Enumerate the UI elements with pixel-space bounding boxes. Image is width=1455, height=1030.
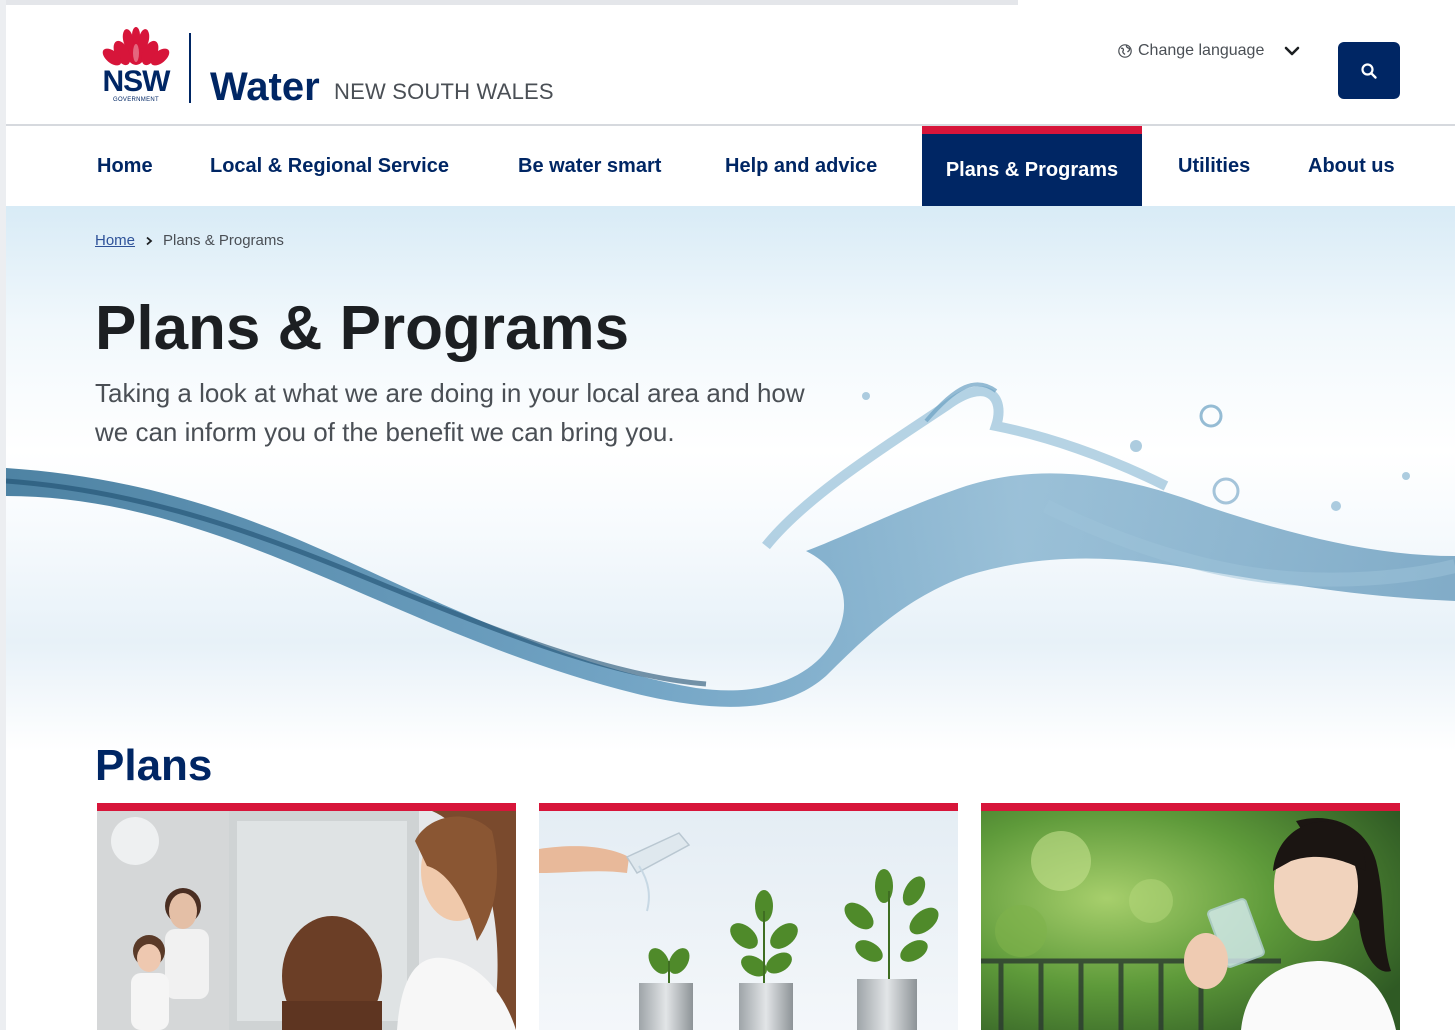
- nav-item-plans-programs[interactable]: Plans & Programs: [922, 126, 1142, 206]
- nav-item-local-regional-service[interactable]: Local & Regional Service: [210, 126, 449, 206]
- waratah-icon: [102, 27, 170, 66]
- family-bathroom-photo: [97, 811, 516, 1030]
- site-header: NSW GOVERNMENT Water NEW SOUTH WALES Cha…: [6, 5, 1455, 126]
- logo-divider: [189, 33, 191, 103]
- water-splash-image: [6, 382, 1455, 707]
- plan-card-3[interactable]: [981, 803, 1400, 1030]
- plan-card-1[interactable]: [97, 803, 516, 1030]
- nav-item-about-us[interactable]: About us: [1308, 126, 1395, 206]
- brand-name: Water: [210, 65, 320, 109]
- chevron-right-icon: [146, 236, 153, 245]
- breadcrumb: Home Plans & Programs: [95, 232, 284, 249]
- main-navigation: Home Local & Regional Service Be water s…: [6, 126, 1455, 208]
- globe-icon: [1118, 44, 1132, 58]
- plan-card-2[interactable]: [539, 803, 958, 1030]
- breadcrumb-home-link[interactable]: Home: [95, 232, 135, 249]
- nav-item-help-and-advice[interactable]: Help and advice: [725, 126, 877, 206]
- plans-heading: Plans: [95, 741, 213, 790]
- nav-item-home[interactable]: Home: [97, 126, 153, 206]
- page-title: Plans & Programs: [95, 294, 630, 363]
- change-language-label: Change language: [1138, 42, 1265, 59]
- search-button[interactable]: [1338, 42, 1400, 99]
- woman-drinking-water-photo: [981, 811, 1400, 1030]
- nav-item-utilities[interactable]: Utilities: [1178, 126, 1250, 206]
- hero-banner: Home Plans & Programs Plans & Programs T…: [6, 206, 1455, 751]
- brand-region: NEW SOUTH WALES: [334, 79, 554, 104]
- chevron-down-icon: [1285, 46, 1300, 56]
- nav-item-be-water-smart[interactable]: Be water smart: [518, 126, 661, 206]
- logo-nsw-text: NSW: [102, 65, 171, 98]
- nsw-government-logo[interactable]: NSW GOVERNMENT: [100, 27, 180, 109]
- breadcrumb-current: Plans & Programs: [163, 232, 284, 249]
- plants-watering-photo: [539, 811, 958, 1030]
- change-language-dropdown[interactable]: Change language: [1118, 41, 1300, 61]
- page-intro: Taking a look at what we are doing in yo…: [95, 378, 805, 447]
- search-icon: [1361, 62, 1377, 79]
- logo-government-text: GOVERNMENT: [112, 97, 159, 103]
